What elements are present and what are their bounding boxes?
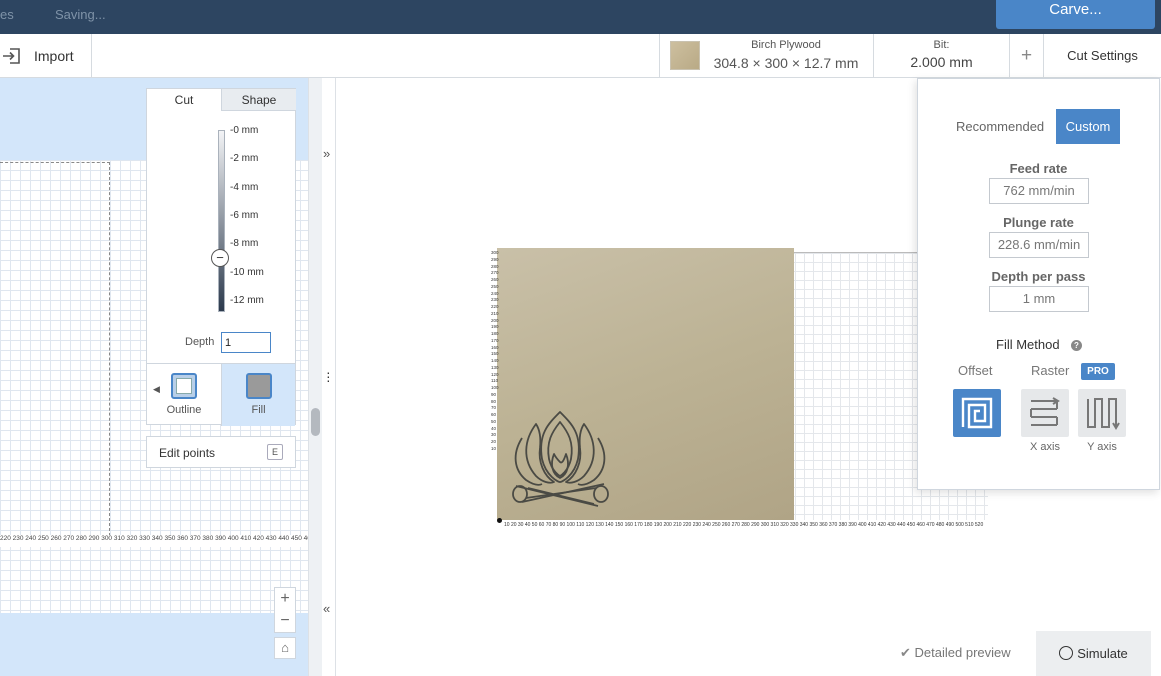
expand-right-icon[interactable]: » bbox=[323, 146, 330, 161]
material-swatch bbox=[670, 41, 700, 70]
breadcrumb-fragment[interactable]: es bbox=[0, 7, 14, 22]
edit-points-label: Edit points bbox=[159, 446, 216, 460]
depth-mark: -12 mm bbox=[230, 295, 264, 306]
panel-divider: » · · · « bbox=[322, 78, 336, 676]
offset-label: Offset bbox=[958, 363, 993, 378]
feed-rate-label: Feed rate bbox=[1009, 161, 1068, 176]
edit-points-button[interactable]: Edit points E bbox=[146, 436, 296, 468]
toolbar: Import Birch Plywood 304.8 × 300 × 12.7 … bbox=[0, 34, 1161, 78]
x-axis-ticks: 10 20 30 40 50 60 70 80 90 100 110 120 1… bbox=[504, 522, 984, 528]
detailed-preview-label: Detailed preview bbox=[914, 645, 1011, 660]
depth-mark: -10 mm bbox=[230, 267, 264, 278]
zoom-in-button[interactable]: + bbox=[275, 588, 295, 610]
offset-fill-button[interactable] bbox=[953, 389, 1001, 437]
checkmark-icon: ✔ bbox=[900, 645, 911, 660]
x-axis-label: X axis bbox=[1030, 441, 1060, 453]
simulate-button[interactable]: Simulate bbox=[1036, 631, 1151, 676]
fill-method-title: Fill Method bbox=[996, 337, 1060, 352]
raster-x-icon bbox=[1030, 397, 1060, 426]
material-outline bbox=[0, 162, 110, 536]
raster-y-icon bbox=[1087, 398, 1120, 430]
bit-selector[interactable]: Bit: 2.000 mm bbox=[874, 34, 1010, 77]
scrollbar[interactable] bbox=[308, 78, 322, 676]
detailed-preview-toggle[interactable]: ✔ Detailed preview bbox=[900, 645, 1011, 661]
keyboard-shortcut-badge: E bbox=[267, 444, 283, 460]
feed-rate-input[interactable]: 762 mm/min bbox=[989, 178, 1089, 204]
cut-panel: Cut Shape -0 mm -2 mm -4 mm -6 mm -8 mm … bbox=[146, 88, 296, 426]
depth-mark: -4 mm bbox=[230, 182, 259, 193]
saving-status: Saving... bbox=[55, 7, 106, 22]
import-button[interactable]: Import bbox=[0, 34, 92, 77]
depth-mark: -0 mm bbox=[230, 125, 259, 136]
zoom-out-button[interactable]: − bbox=[275, 610, 295, 632]
material-name: Birch Plywood bbox=[751, 39, 821, 51]
fill-mode-button[interactable]: Fill bbox=[221, 364, 295, 426]
fill-label: Fill bbox=[251, 404, 266, 416]
tab-custom[interactable]: Custom bbox=[1056, 109, 1120, 144]
home-icon[interactable]: ⌂ bbox=[274, 637, 296, 659]
add-bit-button[interactable]: + bbox=[1010, 34, 1044, 77]
cut-settings-panel: Recommended Custom Feed rate 762 mm/min … bbox=[917, 78, 1160, 490]
material-dimensions: 304.8 × 300 × 12.7 mm bbox=[713, 55, 859, 71]
drag-handle-icon[interactable]: · · · bbox=[326, 365, 331, 387]
depth-input[interactable] bbox=[221, 332, 271, 353]
depth-slider[interactable] bbox=[218, 130, 225, 312]
top-bar: es Saving... Carve... bbox=[0, 0, 1161, 34]
depth-mark: -2 mm bbox=[230, 153, 259, 164]
simulate-label: Simulate bbox=[1077, 646, 1128, 661]
pro-badge: PRO bbox=[1081, 363, 1115, 380]
clock-icon bbox=[1059, 646, 1074, 660]
campfire-carving bbox=[512, 411, 609, 507]
depth-slider-handle[interactable]: − bbox=[211, 249, 229, 267]
bit-value: 2.000 mm bbox=[910, 54, 973, 70]
material-selector[interactable]: Birch Plywood 304.8 × 300 × 12.7 mm bbox=[659, 34, 874, 77]
raster-x-axis-button[interactable] bbox=[1021, 389, 1069, 437]
depth-per-pass-input[interactable]: 1 mm bbox=[989, 286, 1089, 312]
raster-y-axis-button[interactable] bbox=[1078, 389, 1126, 437]
bit-label: Bit: bbox=[933, 39, 950, 51]
design-ruler: 220 230 240 250 260 270 280 290 300 310 … bbox=[0, 535, 308, 547]
cut-settings-button[interactable]: Cut Settings bbox=[1044, 34, 1161, 77]
plunge-rate-label: Plunge rate bbox=[1003, 215, 1074, 230]
help-icon[interactable]: ? bbox=[1071, 340, 1082, 351]
fill-icon bbox=[245, 373, 272, 399]
import-label: Import bbox=[34, 47, 74, 64]
raster-label: Raster bbox=[1031, 363, 1070, 378]
depth-per-pass-label: Depth per pass bbox=[991, 269, 1086, 284]
origin-marker bbox=[497, 518, 502, 523]
outline-icon bbox=[171, 373, 197, 399]
tab-shape[interactable]: Shape bbox=[221, 89, 296, 111]
scrollbar-thumb[interactable] bbox=[311, 408, 320, 436]
tab-cut[interactable]: Cut bbox=[147, 89, 221, 111]
expand-left-icon[interactable]: « bbox=[323, 601, 330, 616]
cut-mode-row: ◀ Outline Fill bbox=[147, 363, 295, 426]
depth-label: Depth bbox=[185, 336, 215, 348]
import-icon bbox=[3, 47, 20, 64]
depth-mark: -8 mm bbox=[230, 238, 259, 249]
offset-spiral-icon bbox=[961, 397, 993, 429]
depth-mark: -6 mm bbox=[230, 210, 259, 221]
carve-button[interactable]: Carve... bbox=[996, 0, 1155, 29]
outline-label: Outline bbox=[166, 404, 202, 416]
plunge-rate-input[interactable]: 228.6 mm/min bbox=[989, 232, 1089, 258]
y-axis-label: Y axis bbox=[1087, 441, 1117, 453]
tab-recommended[interactable]: Recommended bbox=[956, 109, 1044, 144]
zoom-controls: + − bbox=[274, 587, 296, 633]
outline-mode-button[interactable]: Outline bbox=[147, 364, 221, 426]
y-axis-ticks: 300 290 280 270 260 250 240 230 220 210 200 190 180 1… bbox=[491, 250, 499, 451]
